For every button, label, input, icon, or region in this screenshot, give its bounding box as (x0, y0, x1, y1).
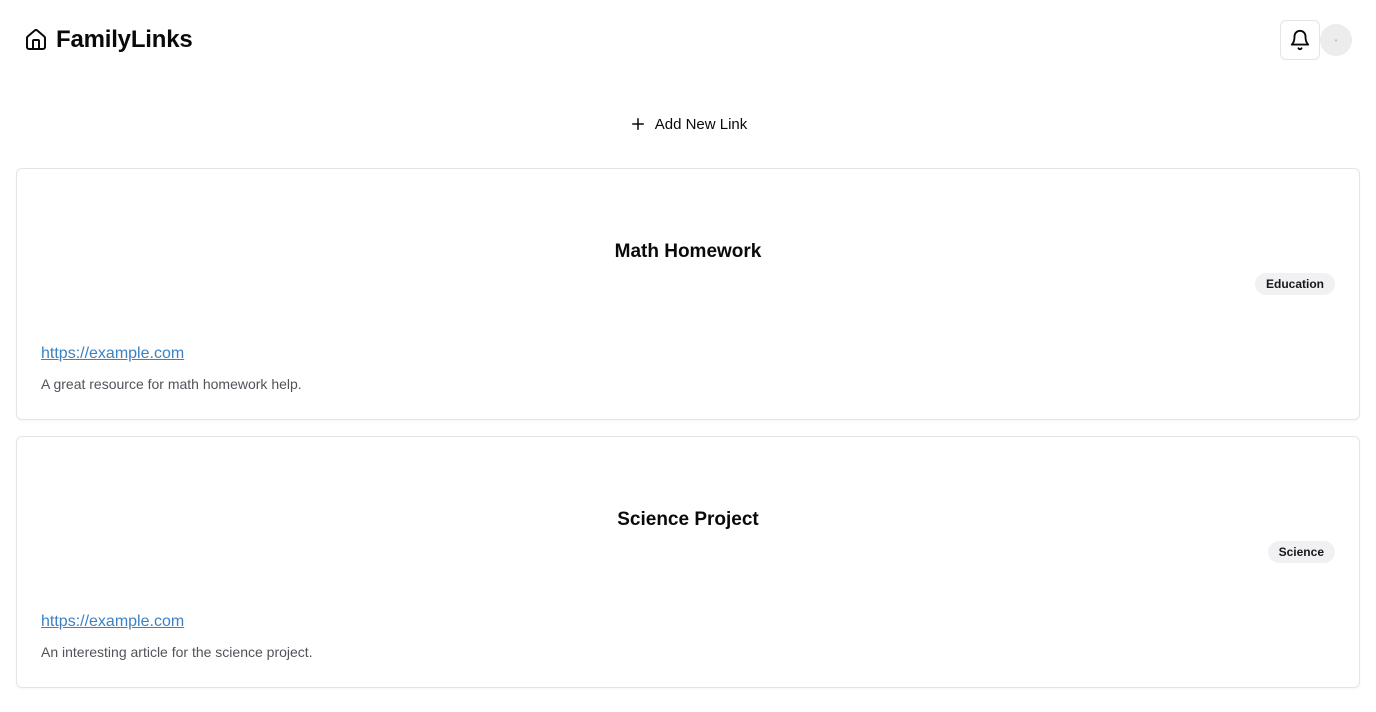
plus-icon (629, 115, 647, 133)
link-card-title: Math Homework (614, 241, 762, 262)
avatar-placeholder: • (1334, 35, 1338, 45)
avatar[interactable]: • (1320, 24, 1352, 56)
link-card: Math Homework Education https://example.… (16, 168, 1360, 420)
category-badge: Science (1267, 541, 1335, 563)
link-url[interactable]: https://example.com (41, 345, 184, 363)
add-link-row: Add New Link (0, 104, 1376, 144)
category-badge: Education (1254, 273, 1335, 295)
notifications-button[interactable] (1280, 20, 1320, 60)
link-card-title: Science Project (617, 509, 759, 530)
link-card: Science Project Science https://example.… (16, 436, 1360, 688)
brand[interactable]: FamilyLinks (24, 24, 193, 56)
bell-icon (1289, 29, 1311, 51)
add-new-link-label: Add New Link (654, 115, 748, 133)
link-description: A great resource for math homework help. (41, 376, 302, 392)
app-title: FamilyLinks (56, 26, 193, 53)
link-description: An interesting article for the science p… (41, 644, 313, 660)
add-new-link-button[interactable]: Add New Link (617, 107, 760, 141)
link-url[interactable]: https://example.com (41, 613, 184, 631)
app-header: FamilyLinks • (0, 0, 1376, 80)
home-icon (24, 28, 48, 52)
